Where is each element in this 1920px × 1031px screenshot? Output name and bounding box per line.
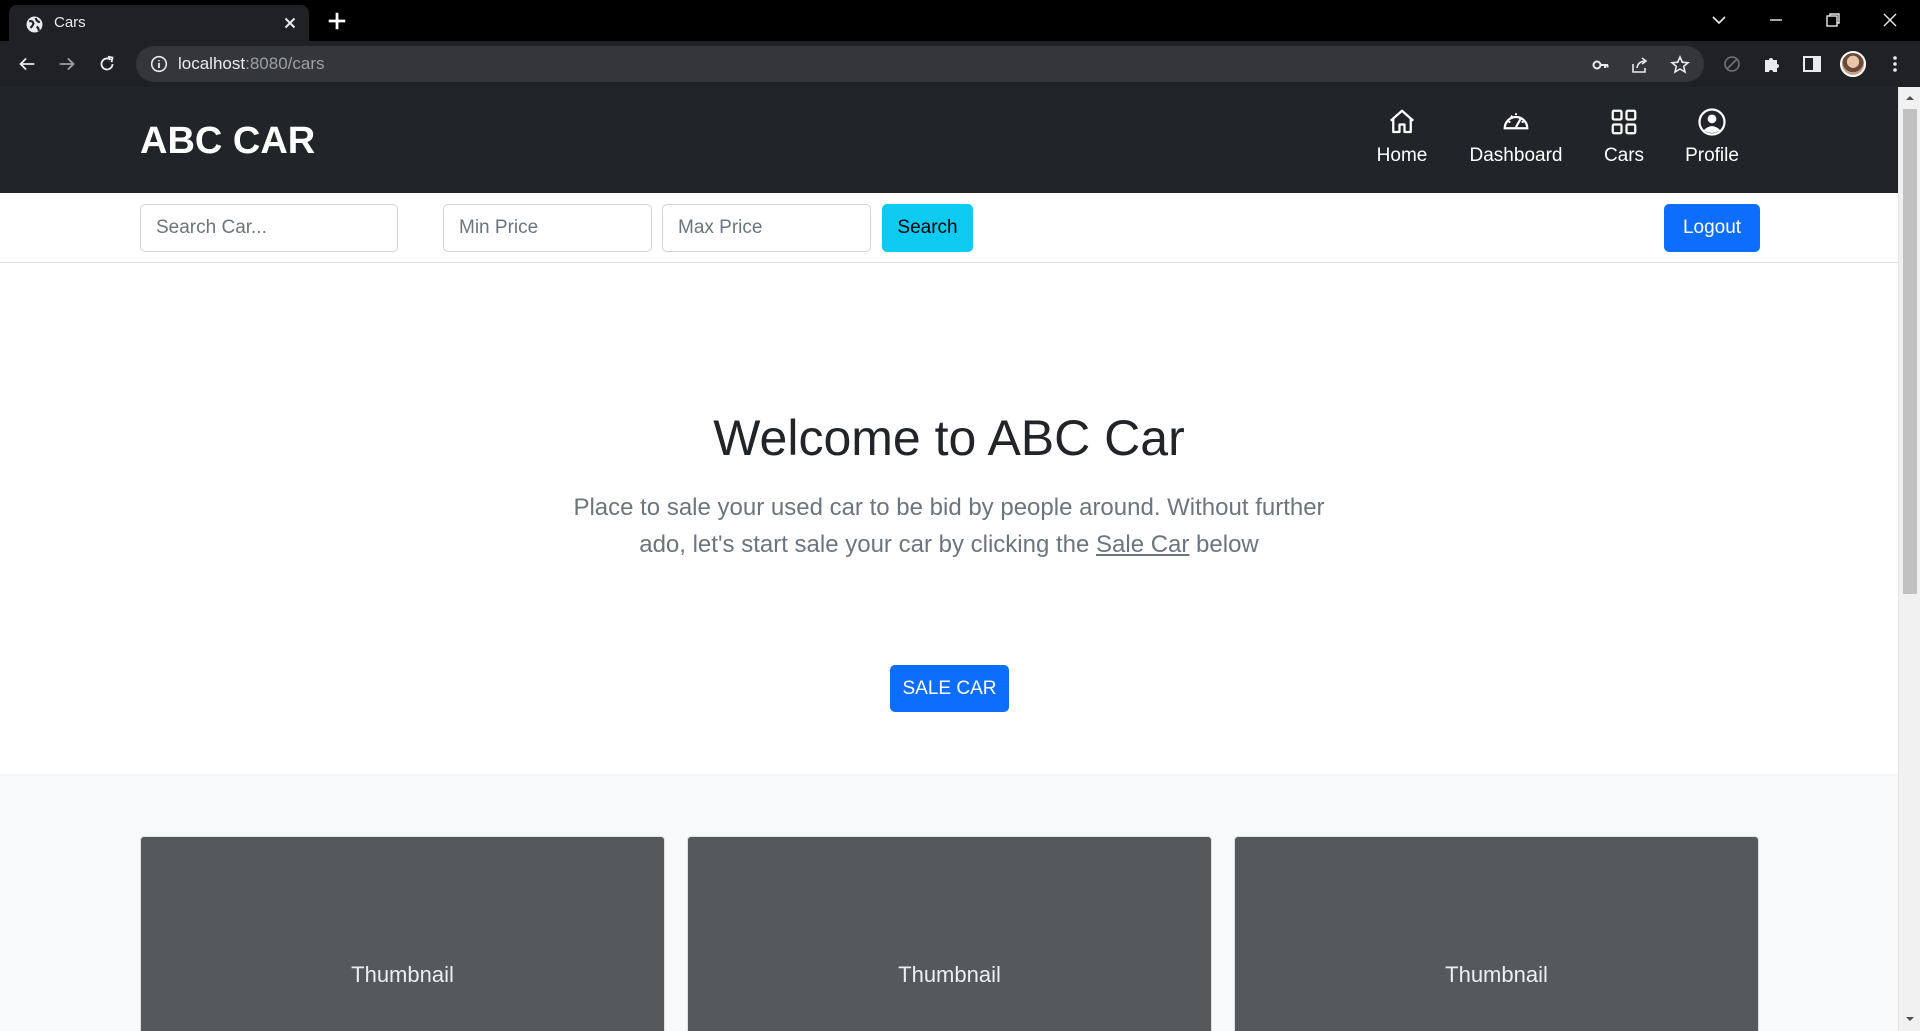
scroll-down-arrow-icon[interactable]: [1904, 1013, 1916, 1025]
kebab-menu-icon[interactable]: [1884, 53, 1906, 75]
scroll-up-arrow-icon[interactable]: [1904, 92, 1916, 104]
page-viewport: ABC CAR Home Dashboard Cars Profile Sear…: [0, 87, 1898, 1031]
max-price-input[interactable]: [662, 204, 871, 252]
browser-tab[interactable]: Cars: [9, 5, 309, 41]
search-car-input[interactable]: [140, 204, 398, 252]
globe-icon: [26, 16, 43, 33]
url-text: localhost:8080/cars: [178, 54, 325, 73]
site-info-icon[interactable]: [150, 55, 168, 73]
site-navbar: ABC CAR Home Dashboard Cars Profile: [0, 87, 1898, 193]
sale-car-button[interactable]: SALE CAR: [890, 665, 1009, 712]
hero-lead-text: Place to sale your used car to be bid by…: [573, 494, 1325, 558]
address-bar[interactable]: localhost:8080/cars: [136, 46, 1704, 82]
thumbnail-label: Thumbnail: [898, 962, 1001, 987]
car-card-thumbnail[interactable]: Thumbnail: [687, 836, 1212, 1031]
speedometer-icon: [1503, 113, 1529, 130]
reload-icon[interactable]: [96, 53, 118, 75]
thumbnail-label: Thumbnail: [1445, 962, 1548, 987]
grid-icon: [1611, 109, 1637, 135]
car-card-thumbnail[interactable]: Thumbnail: [1234, 836, 1759, 1031]
browser-tab-strip: Cars: [0, 0, 1920, 41]
house-icon: [1390, 109, 1414, 134]
hero-section: Welcome to ABC Car Place to sale your us…: [0, 264, 1898, 773]
extension-disabled-icon[interactable]: [1721, 53, 1743, 75]
forward-arrow-icon[interactable]: [56, 53, 78, 75]
minimize-icon[interactable]: [1764, 8, 1788, 32]
window-close-icon[interactable]: [1878, 8, 1902, 32]
vertical-scrollbar[interactable]: [1898, 87, 1920, 1031]
bookmark-star-icon[interactable]: [1670, 55, 1690, 75]
side-panel-icon[interactable]: [1801, 53, 1823, 75]
close-icon[interactable]: [281, 14, 299, 32]
min-price-input[interactable]: [443, 204, 652, 252]
share-icon[interactable]: [1630, 55, 1650, 75]
person-circle-icon: [1698, 108, 1726, 136]
nav-item-dashboard[interactable]: Dashboard: [1467, 107, 1565, 167]
nav-item-label: Dashboard: [1469, 145, 1563, 166]
browser-toolbar: localhost:8080/cars: [0, 41, 1920, 87]
page-title: Welcome to ABC Car: [713, 410, 1185, 466]
brand-logo[interactable]: ABC CAR: [140, 120, 315, 163]
nav-item-label: Home: [1376, 145, 1428, 166]
search-button[interactable]: Search: [882, 204, 973, 252]
nav-item-profile[interactable]: Profile: [1680, 107, 1744, 167]
tab-title: Cars: [54, 14, 86, 31]
sale-car-link[interactable]: Sale Car: [1096, 531, 1189, 558]
back-arrow-icon[interactable]: [16, 53, 38, 75]
nav-item-cars[interactable]: Cars: [1600, 107, 1648, 167]
nav-item-label: Profile: [1685, 145, 1739, 166]
profile-avatar[interactable]: [1840, 51, 1866, 77]
restore-icon[interactable]: [1821, 8, 1845, 32]
extensions-puzzle-icon[interactable]: [1761, 53, 1783, 75]
tab-search-chevron-icon[interactable]: [1707, 8, 1731, 32]
nav-item-home[interactable]: Home: [1371, 107, 1433, 167]
car-card-thumbnail[interactable]: Thumbnail: [140, 836, 665, 1031]
new-tab-icon[interactable]: [326, 10, 348, 32]
scrollbar-thumb[interactable]: [1903, 109, 1917, 594]
nav-item-label: Cars: [1603, 145, 1645, 166]
logout-button[interactable]: Logout: [1664, 204, 1760, 252]
car-album: Thumbnail Thumbnail Thumbnail: [0, 774, 1898, 1031]
search-bar: Search Logout: [0, 193, 1898, 263]
thumbnail-label: Thumbnail: [351, 962, 454, 987]
key-icon[interactable]: [1591, 55, 1611, 75]
